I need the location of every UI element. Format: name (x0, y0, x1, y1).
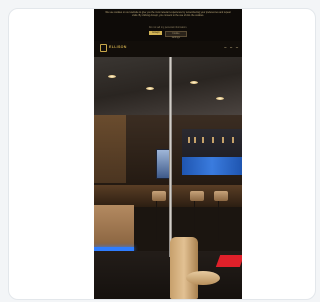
nav-item[interactable]: ▬ (236, 47, 238, 49)
bottle (202, 137, 204, 143)
nav-item[interactable]: ▬ (224, 47, 226, 49)
cookie-text: We use cookies on our website to give yo… (105, 11, 231, 17)
bottle (232, 137, 234, 143)
cookie-settings-button[interactable]: Cookie settings (164, 31, 187, 39)
bar-stool (214, 191, 228, 201)
bottle (188, 137, 190, 143)
ceiling-light (190, 81, 198, 84)
bar-stool (152, 191, 166, 201)
stool-leg (218, 201, 219, 241)
ceiling-light (108, 75, 116, 78)
website-preview[interactable]: We use cookies on our website to give yo… (94, 9, 242, 299)
cookie-privacy-link[interactable]: Do not sell my personal information. (94, 26, 242, 29)
site-nav: ▬ ▬ ▬ (221, 47, 238, 49)
wall-left (94, 115, 126, 185)
shelf-glow (182, 157, 242, 175)
ceiling-light (146, 87, 154, 90)
stool-leg (194, 201, 195, 241)
armchair-seat (186, 271, 220, 285)
cookie-accept-button[interactable]: Accept (149, 31, 163, 35)
bottle (222, 137, 224, 143)
logo-text[interactable]: ELLISON (109, 45, 127, 49)
hero-image-bar (94, 57, 242, 299)
bottle (194, 137, 196, 143)
side-cabinet (94, 205, 134, 247)
red-carpet (215, 255, 242, 267)
ceiling-light (216, 97, 224, 100)
bottle (212, 137, 214, 143)
bar-stool (190, 191, 204, 201)
cookie-banner: We use cookies on our website to give yo… (94, 9, 242, 41)
stool-leg (156, 201, 157, 241)
card-frame: We use cookies on our website to give yo… (8, 8, 316, 300)
dance-pole (169, 57, 172, 257)
logo-icon[interactable] (100, 44, 107, 52)
armchair (170, 237, 198, 299)
nav-item[interactable]: ▬ (230, 47, 232, 49)
site-header: ELLISON ▬ ▬ ▬ (94, 41, 242, 57)
ceiling (94, 57, 242, 115)
